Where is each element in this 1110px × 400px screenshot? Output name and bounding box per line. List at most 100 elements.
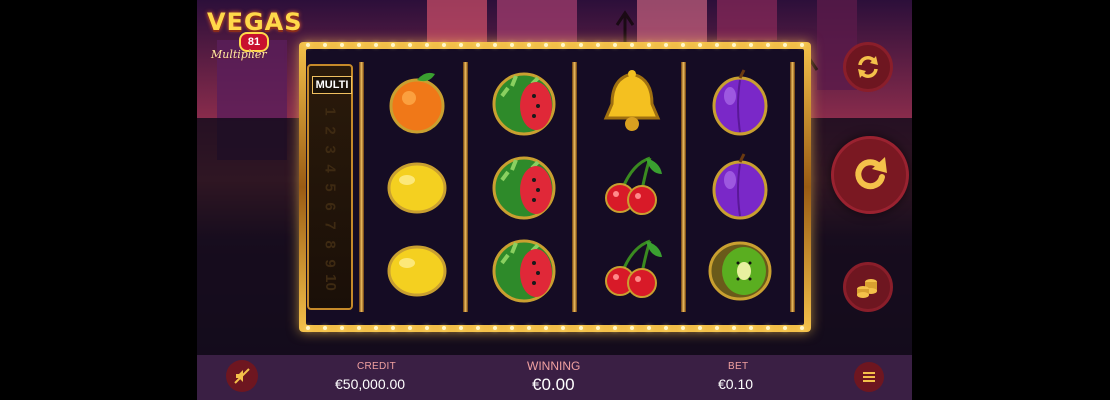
light-bulb bbox=[800, 43, 805, 47]
game-stage: VEGAS 81 Multiplier MULTI 1 2 3 4 5 6 7 8 9 10 bbox=[197, 0, 912, 400]
light-bulb bbox=[305, 43, 310, 47]
multiplier-value: 8 bbox=[321, 240, 339, 249]
multiplier-meter: MULTI 1 2 3 4 5 6 7 8 9 10 bbox=[307, 64, 353, 310]
light-bulb bbox=[373, 326, 378, 330]
sound-button[interactable] bbox=[226, 360, 258, 392]
winning-value: €0.00 bbox=[532, 375, 575, 394]
light-bulb bbox=[629, 43, 634, 47]
light-bulb bbox=[783, 326, 788, 330]
light-bulb bbox=[527, 326, 532, 330]
light-bulb bbox=[305, 326, 310, 330]
autoplay-icon bbox=[858, 56, 878, 78]
light-bulb bbox=[680, 43, 685, 47]
multiplier-label: MULTI bbox=[312, 76, 352, 94]
watermelon-icon bbox=[488, 66, 560, 138]
kiwi-icon bbox=[704, 233, 776, 305]
bottom-bar: CREDIT €50,000.00 WINNING €0.00 BET €0.1… bbox=[197, 355, 912, 400]
reel-divider bbox=[790, 62, 795, 312]
multiplier-value: 6 bbox=[321, 202, 339, 211]
light-bulb bbox=[442, 43, 447, 47]
reel-divider bbox=[681, 62, 686, 312]
light-bulb bbox=[715, 326, 720, 330]
reel-divider bbox=[463, 62, 468, 312]
light-bulb bbox=[715, 43, 720, 47]
light-bulb bbox=[510, 43, 515, 47]
reel-frame: MULTI 1 2 3 4 5 6 7 8 9 10 bbox=[299, 42, 811, 332]
light-bulb bbox=[629, 326, 634, 330]
watermelon-icon bbox=[488, 150, 560, 222]
light-bulb bbox=[527, 43, 532, 47]
multiplier-value: 9 bbox=[321, 259, 339, 268]
light-bulb bbox=[646, 43, 651, 47]
light-bulb bbox=[595, 326, 600, 330]
top-bulbs bbox=[299, 42, 811, 49]
light-bulb bbox=[476, 43, 481, 47]
multiplier-value: 1 bbox=[321, 107, 339, 116]
light-bulb bbox=[732, 43, 737, 47]
light-bulb bbox=[390, 43, 395, 47]
menu-button[interactable] bbox=[854, 362, 884, 392]
light-bulb bbox=[697, 326, 702, 330]
light-bulb bbox=[561, 43, 566, 47]
multiplier-value: 3 bbox=[321, 145, 339, 154]
lemon-icon bbox=[381, 233, 453, 305]
sound-off-icon bbox=[234, 368, 250, 384]
light-bulb bbox=[493, 326, 498, 330]
light-bulb bbox=[407, 43, 412, 47]
light-bulb bbox=[578, 43, 583, 47]
multiplier-value: 4 bbox=[321, 164, 339, 173]
light-bulb bbox=[373, 43, 378, 47]
light-bulb bbox=[459, 326, 464, 330]
light-bulb bbox=[663, 326, 668, 330]
cherry-icon bbox=[596, 233, 668, 305]
bet-button[interactable] bbox=[843, 262, 893, 312]
plum-icon bbox=[704, 150, 776, 222]
light-bulb bbox=[663, 43, 668, 47]
light-bulb bbox=[544, 43, 549, 47]
multiplier-values: 1 2 3 4 5 6 7 8 9 10 bbox=[319, 102, 341, 292]
logo-subtitle: Multiplier bbox=[211, 48, 267, 61]
credit-label: CREDIT bbox=[357, 361, 397, 372]
light-bulb bbox=[339, 43, 344, 47]
menu-icon bbox=[863, 372, 875, 382]
light-bulb bbox=[578, 326, 583, 330]
light-bulb bbox=[493, 43, 498, 47]
bell-icon bbox=[596, 66, 668, 138]
bet-label: BET bbox=[728, 361, 749, 372]
light-bulb bbox=[390, 326, 395, 330]
spin-icon bbox=[855, 157, 887, 190]
light-bulb bbox=[612, 326, 617, 330]
light-bulb bbox=[544, 326, 549, 330]
plum-icon bbox=[704, 66, 776, 138]
reel-divider bbox=[572, 62, 577, 312]
orange-icon bbox=[381, 66, 453, 138]
light-bulb bbox=[339, 326, 344, 330]
light-bulb bbox=[766, 326, 771, 330]
light-bulb bbox=[680, 326, 685, 330]
light-bulb bbox=[749, 43, 754, 47]
multiplier-value: 10 bbox=[321, 274, 339, 291]
light-bulb bbox=[800, 326, 805, 330]
light-bulb bbox=[459, 43, 464, 47]
game-logo: VEGAS 81 Multiplier bbox=[203, 6, 302, 66]
light-bulb bbox=[697, 43, 702, 47]
multiplier-value: 5 bbox=[321, 183, 339, 192]
light-bulb bbox=[561, 326, 566, 330]
bottom-bulbs bbox=[299, 325, 811, 332]
light-bulb bbox=[322, 326, 327, 330]
coins-icon bbox=[857, 279, 877, 298]
light-bulb bbox=[322, 43, 327, 47]
watermelon-icon bbox=[488, 233, 560, 305]
autoplay-button[interactable] bbox=[843, 42, 893, 92]
spin-button[interactable] bbox=[831, 136, 909, 214]
light-bulb bbox=[749, 326, 754, 330]
light-bulb bbox=[356, 43, 361, 47]
light-bulb bbox=[783, 43, 788, 47]
light-bulb bbox=[424, 43, 429, 47]
light-bulb bbox=[732, 326, 737, 330]
light-bulb bbox=[476, 326, 481, 330]
credit-value: €50,000.00 bbox=[335, 376, 406, 392]
bet-value: €0.10 bbox=[718, 376, 754, 392]
light-bulb bbox=[612, 43, 617, 47]
light-bulb bbox=[442, 326, 447, 330]
